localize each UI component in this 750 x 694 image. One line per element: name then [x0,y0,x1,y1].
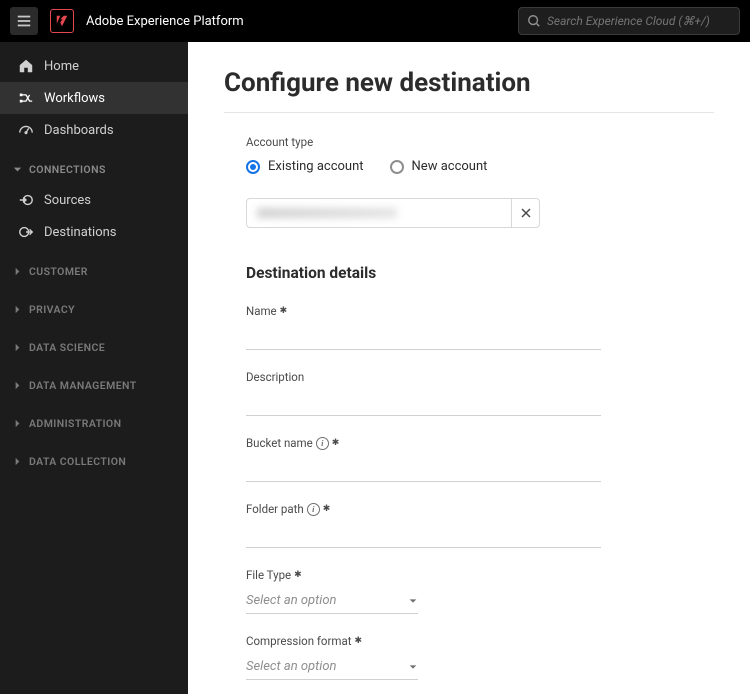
sidebar-group-data-management[interactable]: DATA MANAGEMENT [0,370,188,400]
sidebar-group-label: DATA COLLECTION [29,455,126,468]
chevron-down-icon [408,662,418,672]
sidebar-group-label: ADMINISTRATION [29,417,121,430]
dashboard-icon [18,122,34,138]
sidebar-item-label: Home [44,59,79,74]
sidebar-item-label: Sources [44,193,91,208]
menu-toggle-button[interactable] [10,7,38,35]
adobe-a-icon [55,14,69,28]
selected-account-field[interactable] [246,198,540,228]
sidebar-group-label: DATA MANAGEMENT [29,379,137,392]
chevron-right-icon [12,418,23,429]
sidebar-item-workflows[interactable]: Workflows [0,82,188,114]
chevron-down-icon [12,164,23,175]
destinations-icon [18,224,34,240]
sidebar-item-label: Destinations [44,225,117,240]
select-placeholder: Select an option [246,593,337,608]
radio-indicator [390,160,404,174]
chevron-down-icon [408,596,418,606]
chevron-right-icon [12,456,23,467]
file-type-select[interactable]: Select an option [246,588,418,614]
radio-existing-account[interactable]: Existing account [246,159,364,174]
sidebar-group-customer[interactable]: CUSTOMER [0,256,188,286]
sidebar-item-home[interactable]: Home [0,50,188,82]
compression-format-select[interactable]: Select an option [246,654,418,680]
sidebar-navigation: Home Workflows Dashboards CONNECTIONS So… [0,42,188,694]
file-type-label: File Type [246,568,291,582]
sidebar-item-label: Workflows [44,91,105,106]
chevron-right-icon [12,304,23,315]
sidebar-group-data-collection[interactable]: DATA COLLECTION [0,446,188,476]
search-input[interactable] [547,14,731,28]
selected-account-value [247,199,511,227]
sidebar-group-label: CONNECTIONS [29,163,106,176]
page-divider [224,112,714,113]
required-asterisk-icon: ✱ [332,438,340,448]
app-title: Adobe Experience Platform [86,14,244,29]
sidebar-group-privacy[interactable]: PRIVACY [0,294,188,324]
sidebar-group-data-science[interactable]: DATA SCIENCE [0,332,188,362]
chevron-right-icon [12,380,23,391]
radio-new-account[interactable]: New account [390,159,488,174]
name-label: Name [246,304,277,318]
required-asterisk-icon: ✱ [323,504,331,514]
required-asterisk-icon: ✱ [294,570,302,580]
bucket-name-input[interactable] [246,456,601,482]
chevron-right-icon [12,266,23,277]
account-type-label: Account type [246,135,616,149]
description-label: Description [246,370,304,384]
bucket-name-label: Bucket name [246,436,313,450]
page-title: Configure new destination [224,68,714,98]
chevron-right-icon [12,342,23,353]
sources-icon [18,192,34,208]
radio-indicator [246,160,260,174]
home-icon [18,58,34,74]
info-icon[interactable]: i [307,503,320,516]
sidebar-group-administration[interactable]: ADMINISTRATION [0,408,188,438]
required-asterisk-icon: ✱ [354,636,362,646]
radio-label: Existing account [268,159,364,174]
search-icon [527,14,541,28]
folder-path-input[interactable] [246,522,601,548]
folder-path-label: Folder path [246,502,304,516]
adobe-logo [50,9,74,33]
sidebar-group-label: PRIVACY [29,303,75,316]
sidebar-group-connections[interactable]: CONNECTIONS [0,154,188,184]
workflow-icon [18,90,34,106]
sidebar-item-label: Dashboards [44,123,114,138]
sidebar-item-sources[interactable]: Sources [0,184,188,216]
name-input[interactable] [246,324,601,350]
compression-format-label: Compression format [246,634,351,648]
close-icon [520,207,532,219]
destination-details-heading: Destination details [246,264,616,282]
sidebar-group-label: DATA SCIENCE [29,341,105,354]
required-asterisk-icon: ✱ [280,306,288,316]
clear-account-button[interactable] [511,199,539,227]
global-search[interactable] [518,7,740,35]
sidebar-group-label: CUSTOMER [29,265,88,278]
radio-label: New account [412,159,488,174]
sidebar-item-destinations[interactable]: Destinations [0,216,188,248]
select-placeholder: Select an option [246,659,337,674]
sidebar-item-dashboards[interactable]: Dashboards [0,114,188,146]
description-input[interactable] [246,390,601,416]
info-icon[interactable]: i [316,437,329,450]
hamburger-icon [16,13,32,29]
